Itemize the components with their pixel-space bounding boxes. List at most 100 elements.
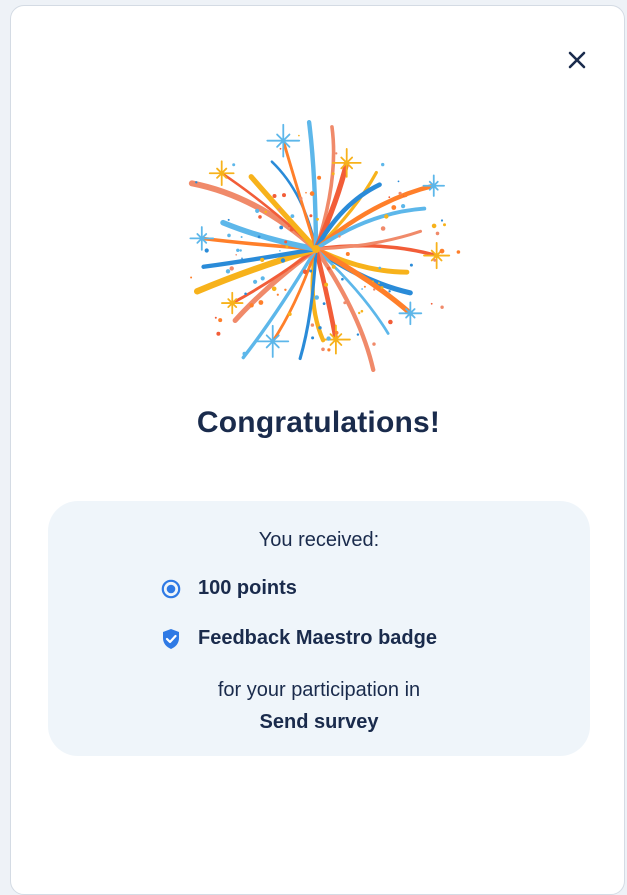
confetti-dot: [363, 285, 366, 288]
confetti-dot: [322, 302, 326, 305]
rewards-intro: You received:: [258, 529, 380, 551]
confetti-dot: [279, 250, 281, 252]
shield-check-icon: [160, 628, 182, 650]
confetti-dot: [388, 196, 391, 199]
confetti-dot: [309, 214, 313, 218]
confetti-dot: [398, 191, 402, 195]
confetti-dot: [272, 194, 277, 198]
confetti-dot: [289, 227, 294, 232]
confetti-dot: [298, 134, 300, 137]
confetti-dot: [302, 269, 308, 275]
confetti-dot: [409, 263, 413, 267]
confetti-dot: [311, 336, 315, 340]
confetti-dot: [195, 181, 198, 184]
confetti-dot: [276, 293, 279, 296]
close-button[interactable]: [563, 46, 591, 74]
confetti-dot: [384, 214, 389, 219]
confetti-dot: [335, 152, 338, 155]
confetti-dot: [431, 223, 437, 229]
confetti-dot: [258, 300, 264, 305]
firework-star: [221, 291, 244, 315]
congratulations-dialog: Congratulations! You received: 100 point…: [10, 5, 625, 895]
confetti-dot: [282, 193, 286, 198]
confetti-dot: [290, 214, 295, 218]
confetti-dot: [258, 215, 262, 219]
firework-star: [423, 241, 451, 270]
confetti-dot: [190, 276, 193, 279]
confetti-dot: [216, 331, 221, 336]
confetti-dot: [260, 257, 265, 262]
confetti-dot: [430, 302, 433, 305]
confetti-dot: [435, 231, 440, 236]
confetti-dot: [380, 226, 386, 231]
confetti-dot: [339, 184, 342, 187]
confetti-dot: [378, 266, 382, 270]
confetti-dot: [403, 192, 408, 198]
confetti-dot: [257, 235, 261, 239]
points-icon: [160, 578, 182, 600]
confetti-dot: [356, 333, 360, 336]
confetti-dot: [372, 342, 376, 346]
confetti-dot: [227, 218, 230, 221]
confetti-dot: [341, 277, 344, 281]
confetti-dot: [227, 233, 231, 238]
page-title: Congratulations!: [196, 406, 441, 439]
confetti-dot: [324, 282, 329, 287]
activity-name: Send survey: [259, 711, 379, 733]
participation-text: for your participation in: [217, 679, 421, 701]
confetti-dot: [235, 254, 237, 256]
confetti-dot: [241, 257, 243, 260]
confetti-dot: [284, 240, 288, 244]
confetti-dot: [377, 282, 380, 285]
confetti-dot: [433, 258, 437, 262]
confetti-dot: [380, 286, 384, 289]
confetti-dot: [255, 208, 260, 213]
confetti-dot: [264, 210, 267, 214]
confetti-dot: [309, 191, 315, 196]
confetti-dot: [225, 269, 231, 274]
confetti-dot: [285, 245, 289, 249]
confetti-dot: [338, 285, 342, 290]
firework-ray: [193, 245, 320, 295]
confetti-dot: [391, 205, 397, 210]
confetti-dot: [240, 236, 243, 238]
confetti-dot: [214, 316, 217, 319]
confetti-dot: [331, 264, 336, 269]
confetti-dot: [204, 248, 209, 253]
confetti-dot: [253, 279, 258, 284]
confetti-dot: [343, 301, 347, 305]
firework-star: [422, 174, 445, 197]
confetti-dot: [218, 318, 223, 323]
confetti-dot: [271, 286, 277, 292]
confetti-dot: [345, 252, 350, 256]
confetti-dot: [373, 288, 376, 291]
confetti-dot: [229, 266, 234, 271]
firework-star: [266, 123, 301, 158]
firework-core: [312, 245, 320, 253]
firework-star: [320, 324, 351, 355]
confetti-dot: [439, 248, 445, 254]
confetti-dot: [381, 162, 385, 167]
confetti-dot: [321, 347, 325, 352]
confetti-dot: [249, 303, 254, 308]
confetti-dot: [288, 225, 290, 228]
reward-item-badge: Feedback Maestro badge: [160, 627, 437, 650]
confetti-dot: [358, 311, 361, 315]
confetti-dot: [232, 163, 236, 167]
confetti-dot: [316, 217, 319, 221]
confetti-dot: [307, 224, 311, 228]
confetti-dot: [287, 312, 292, 316]
confetti-dot: [292, 264, 295, 267]
rewards-panel: You received: 100 points Feedback Maestr…: [48, 501, 590, 756]
confetti-dot: [318, 326, 322, 330]
confetti-dot: [236, 248, 240, 252]
confetti-dot: [284, 288, 287, 291]
firework-star: [189, 226, 215, 251]
confetti-dot: [280, 258, 286, 263]
confetti-dot: [440, 219, 444, 222]
confetti-dot: [388, 290, 391, 293]
confetti-dot: [309, 269, 313, 273]
confetti-dot: [314, 295, 319, 300]
close-icon: [568, 51, 586, 69]
confetti-dot: [244, 292, 247, 296]
